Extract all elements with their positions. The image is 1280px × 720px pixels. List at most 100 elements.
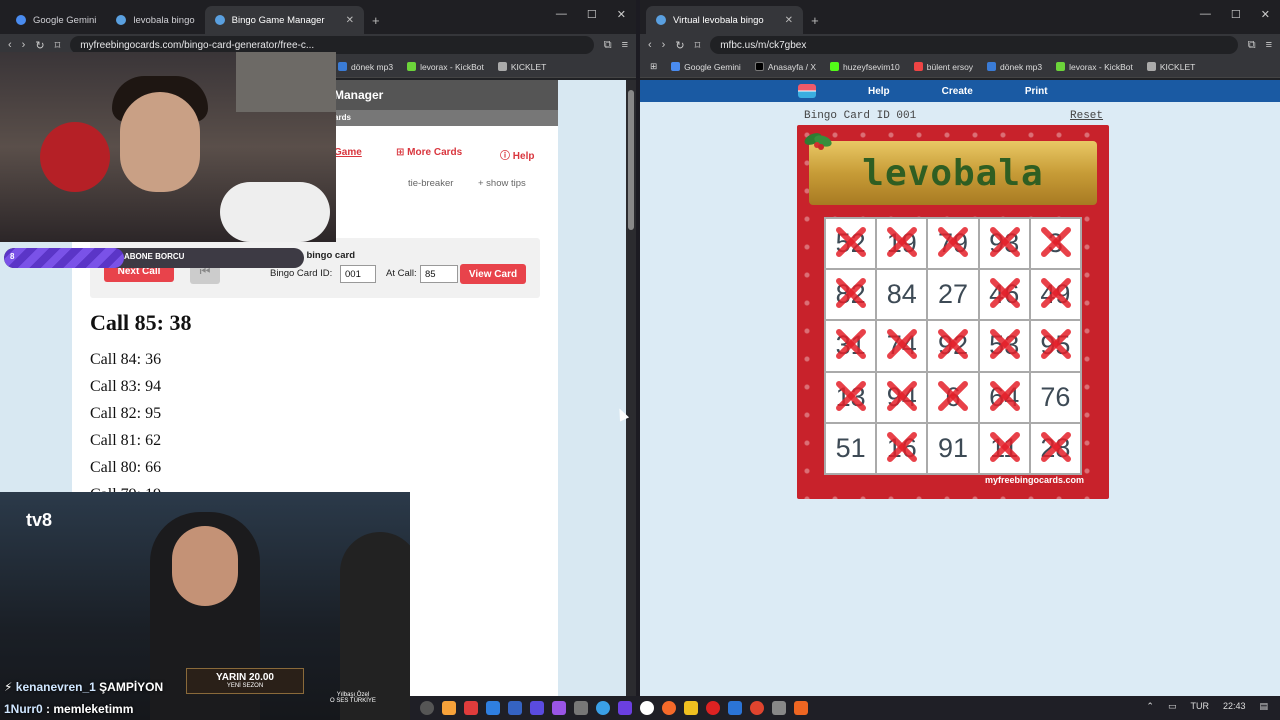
- reset-link[interactable]: Reset: [1070, 110, 1103, 122]
- apps-grid-icon[interactable]: ⊞: [650, 61, 657, 72]
- bingo-cell[interactable]: 95: [1030, 321, 1080, 371]
- nav-game-link[interactable]: Game: [334, 147, 362, 158]
- bookmark-donek-mp3[interactable]: dönek mp3: [338, 62, 393, 72]
- minimize-icon[interactable]: —: [1200, 8, 1211, 21]
- back-icon[interactable]: ‹: [648, 39, 652, 51]
- tie-breaker-link[interactable]: tie-breaker: [408, 178, 453, 189]
- nav-help-link[interactable]: ⓘ Help: [500, 147, 534, 162]
- show-tips-link[interactable]: + show tips: [478, 178, 526, 189]
- acrobat-icon[interactable]: [464, 701, 478, 715]
- bookmark-levorax-kickbot[interactable]: levorax - KickBot: [1056, 62, 1133, 72]
- app-icon[interactable]: [706, 701, 720, 715]
- extensions-icon[interactable]: ⧉: [604, 39, 612, 52]
- bingo-cell[interactable]: 6: [928, 372, 978, 422]
- bookmark-kicklet[interactable]: KICKLET: [497, 62, 546, 72]
- media-encoder-icon[interactable]: [508, 701, 522, 715]
- firefox-icon[interactable]: [662, 701, 676, 715]
- bingo-cell[interactable]: 46: [979, 270, 1029, 320]
- new-tab-button[interactable]: +: [364, 13, 388, 34]
- back-icon[interactable]: ‹: [8, 39, 12, 51]
- close-tab-icon[interactable]: ✕: [785, 15, 793, 26]
- bingo-cell[interactable]: 79: [928, 219, 978, 269]
- bookmark-google-gemini[interactable]: Google Gemini: [671, 62, 741, 72]
- after-effects-icon[interactable]: [552, 701, 566, 715]
- card-id-input[interactable]: [340, 265, 376, 283]
- bingo-cell[interactable]: 19: [877, 219, 927, 269]
- nav-create-link[interactable]: Create: [942, 86, 973, 97]
- maximize-icon[interactable]: ☐: [1231, 8, 1241, 21]
- edge-icon[interactable]: [596, 701, 610, 715]
- tab-virtual-levobala-bingo[interactable]: Virtual levobala bingo ✕: [646, 6, 804, 34]
- bingo-cell[interactable]: 51: [826, 423, 876, 473]
- nav-more-cards-link[interactable]: ⊞ More Cards: [396, 147, 462, 158]
- bingo-cell[interactable]: 53: [979, 321, 1029, 371]
- bingo-cell[interactable]: 13: [826, 372, 876, 422]
- nav-help-link[interactable]: Help: [868, 86, 890, 97]
- view-card-button[interactable]: View Card: [460, 264, 526, 284]
- new-tab-button[interactable]: +: [803, 13, 827, 34]
- left-page-scrollbar[interactable]: [626, 80, 636, 696]
- bookmark-kicklet[interactable]: KICKLET: [1146, 62, 1195, 72]
- tab-google-gemini[interactable]: Google Gemini: [6, 6, 106, 34]
- maximize-icon[interactable]: ☐: [587, 8, 597, 21]
- bingo-cell[interactable]: 16: [877, 423, 927, 473]
- forward-icon[interactable]: ›: [22, 39, 26, 51]
- bookmark-bulent-ersoy[interactable]: bülent ersoy: [913, 62, 973, 72]
- brave-icon[interactable]: [794, 701, 808, 715]
- bingo-cell[interactable]: 31: [826, 321, 876, 371]
- nav-print-link[interactable]: Print: [1025, 86, 1048, 97]
- tab-levobala-bingo[interactable]: levobala bingo: [106, 6, 204, 34]
- bingo-cell[interactable]: 11: [979, 423, 1029, 473]
- obs-icon[interactable]: [640, 701, 654, 715]
- bingo-cell[interactable]: 76: [1030, 372, 1080, 422]
- clock[interactable]: 22:43: [1223, 701, 1246, 712]
- premiere-icon[interactable]: [530, 701, 544, 715]
- photoshop-icon[interactable]: [486, 701, 500, 715]
- bookmark-levorax-kickbot[interactable]: levorax - KickBot: [407, 62, 484, 72]
- notifications-icon[interactable]: ▤: [1259, 701, 1268, 712]
- bingo-cell[interactable]: 84: [877, 270, 927, 320]
- bingo-cell[interactable]: 93: [979, 219, 1029, 269]
- bingo-cell[interactable]: 82: [826, 270, 876, 320]
- bookmark-anasayfa-x[interactable]: Anasayfa / X: [754, 62, 816, 72]
- tab-bingo-game-manager[interactable]: Bingo Game Manager ✕: [204, 6, 364, 34]
- close-tab-icon[interactable]: ✕: [346, 15, 354, 26]
- forward-icon[interactable]: ›: [662, 39, 666, 51]
- bingo-cell[interactable]: 3: [1030, 219, 1080, 269]
- bingo-cell[interactable]: 27: [928, 270, 978, 320]
- close-window-icon[interactable]: ✕: [1261, 8, 1270, 21]
- bingo-cell[interactable]: 64: [979, 372, 1029, 422]
- bingo-cell[interactable]: 94: [877, 372, 927, 422]
- extensions-icon[interactable]: ⧉: [1248, 39, 1256, 52]
- bookmark-icon[interactable]: ⌑: [695, 39, 701, 52]
- minimize-icon[interactable]: —: [556, 8, 567, 21]
- network-icon[interactable]: ▭: [1168, 701, 1177, 712]
- menu-icon[interactable]: ≡: [622, 39, 628, 51]
- close-window-icon[interactable]: ✕: [617, 8, 626, 21]
- menu-icon[interactable]: ≡: [1266, 39, 1272, 51]
- bingo-cell[interactable]: 91: [928, 423, 978, 473]
- app-icon[interactable]: [684, 701, 698, 715]
- reload-icon[interactable]: ↻: [35, 39, 44, 52]
- reload-icon[interactable]: ↻: [675, 39, 684, 52]
- app-icon[interactable]: [750, 701, 764, 715]
- bingo-cell[interactable]: 49: [1030, 270, 1080, 320]
- app-icon[interactable]: [574, 701, 588, 715]
- at-call-input[interactable]: [420, 265, 458, 283]
- scrollbar-thumb[interactable]: [628, 90, 634, 230]
- bookmark-huzeyfsevim10[interactable]: huzeyfsevim10: [830, 62, 900, 72]
- app-icon[interactable]: [772, 701, 786, 715]
- app-icon[interactable]: [618, 701, 632, 715]
- chevron-up-icon[interactable]: ⌃: [1146, 701, 1154, 712]
- app-icon[interactable]: [442, 701, 456, 715]
- search-icon[interactable]: [420, 701, 434, 715]
- bookmark-donek-mp3[interactable]: dönek mp3: [987, 62, 1042, 72]
- language-indicator[interactable]: TUR: [1190, 701, 1209, 712]
- bingo-cell[interactable]: 74: [877, 321, 927, 371]
- bookmark-icon[interactable]: ⌑: [55, 39, 61, 52]
- bingo-cell[interactable]: 52: [826, 219, 876, 269]
- right-url-field[interactable]: mfbc.us/m/ck7gbex: [710, 36, 1238, 54]
- site-logo-icon[interactable]: [798, 84, 816, 98]
- bingo-cell[interactable]: 28: [1030, 423, 1080, 473]
- bingo-cell[interactable]: 92: [928, 321, 978, 371]
